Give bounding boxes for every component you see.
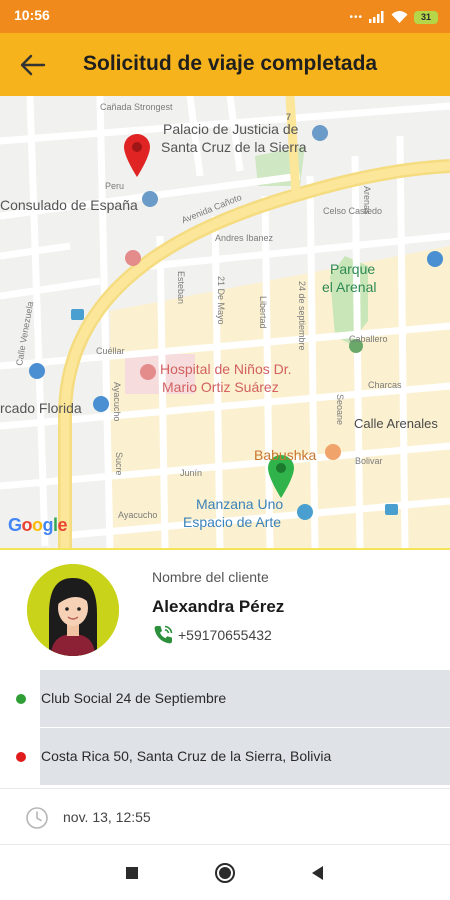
client-card: Nombre del cliente Alexandra Pérez +5917… [0, 550, 450, 668]
map-label: Ayacucho [118, 510, 158, 520]
map-label: Andres Ibanez [215, 233, 274, 243]
map-label: Junín [180, 468, 203, 478]
status-time: 10:56 [14, 7, 50, 23]
circle-icon[interactable] [213, 861, 237, 885]
map-label: Peru [105, 181, 125, 191]
map-label: 21 De Mayo [216, 276, 226, 325]
status-icons: ••• 31 [349, 8, 438, 26]
map-label: rcado Florida [0, 400, 82, 416]
status-bar: 10:56 ••• 31 [0, 0, 450, 33]
client-phone: +59170655432 [178, 627, 272, 643]
map-label: Arenas [362, 186, 372, 215]
map-label: Calle Arenales [354, 416, 438, 431]
page-title: Solicitud de viaje completada [83, 52, 378, 75]
map-label: Babushka [254, 447, 317, 463]
avatar-icon [27, 564, 119, 656]
notification-dots-icon: ••• [349, 11, 363, 23]
google-logo: Google [8, 515, 68, 535]
map-label: Libertad [258, 296, 268, 329]
destination-marker-icon[interactable] [122, 132, 152, 178]
client-label: Nombre del cliente [152, 569, 269, 585]
map-label: Cuéllar [96, 346, 125, 356]
triangle-back-icon[interactable] [306, 861, 330, 885]
map-label: Charcas [368, 380, 402, 390]
system-nav-bar [0, 846, 450, 900]
map-label: Ayacucho [112, 382, 122, 422]
battery-icon: 31 [414, 10, 438, 24]
map-label: Hospital de Niños Dr. [160, 361, 292, 377]
square-icon[interactable] [120, 861, 144, 885]
map-label: Sucre [114, 452, 124, 476]
signal-icon [369, 11, 384, 23]
map-label: Palacio de Justicia de [163, 121, 299, 137]
map-label: Espacio de Arte [183, 514, 282, 530]
destination-dot-icon [16, 752, 26, 762]
map-label: el Arenal [322, 279, 377, 295]
wifi-icon [391, 10, 408, 23]
map-label: Santa Cruz de la Sierra [161, 139, 307, 155]
destination-address: Costa Rica 50, Santa Cruz de la Sierra, … [41, 748, 332, 764]
map-view[interactable]: Cañada Strongest 7 Palacio de Justicia d… [0, 96, 450, 550]
phone-icon [154, 625, 173, 644]
app-bar: Solicitud de viaje completada [0, 33, 450, 96]
map-label: Consulado de España [0, 197, 138, 213]
map-label: Celso Castedo [323, 206, 383, 216]
destination-row: Costa Rica 50, Santa Cruz de la Sierra, … [0, 728, 450, 785]
origin-dot-icon [16, 694, 26, 704]
map-label: Mario Ortiz Suárez [162, 379, 279, 395]
map-label: Manzana Uno [196, 496, 284, 512]
clock-icon [26, 807, 48, 829]
arrow-left-icon[interactable] [16, 50, 48, 80]
map-label: Bolivar [355, 456, 383, 466]
map-label: Parque [330, 261, 376, 277]
client-name: Alexandra Pérez [152, 597, 285, 616]
call-client-button[interactable]: +59170655432 [152, 624, 272, 646]
trip-time: nov. 13, 12:55 [63, 809, 151, 825]
map-label: Cañada Strongest [100, 102, 173, 112]
map-label: 24 de septiembre [297, 281, 307, 351]
origin-address: Club Social 24 de Septiembre [41, 690, 227, 706]
origin-row: Club Social 24 de Septiembre [0, 670, 450, 727]
trip-time-row: nov. 13, 12:55 [0, 788, 450, 845]
map-label: Esteban [176, 271, 186, 305]
map-label: Seoane [335, 394, 345, 426]
map-label: Caballero [349, 334, 388, 344]
